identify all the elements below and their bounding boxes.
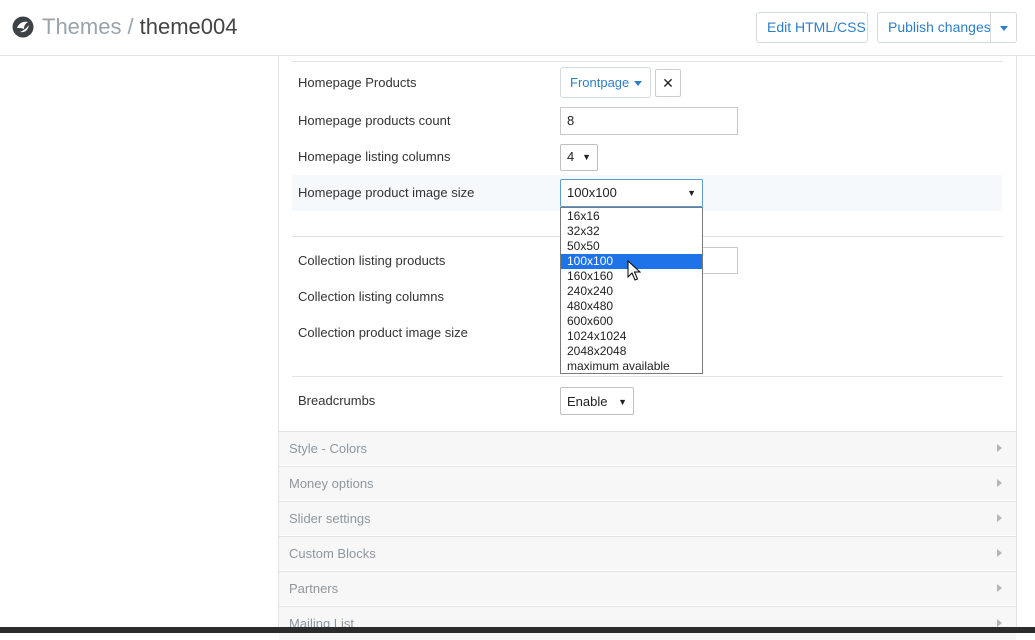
page-title: theme004 bbox=[139, 14, 238, 39]
chevron-down-icon bbox=[634, 81, 642, 86]
chevron-down-icon bbox=[1000, 26, 1008, 31]
breadcrumbs-select[interactable]: Enable ▼ bbox=[560, 387, 634, 415]
section-title: Style - Colors bbox=[289, 441, 368, 456]
collection-listing-products-label: Collection listing products bbox=[298, 253, 446, 268]
homepage-products-count-label: Homepage products count bbox=[298, 113, 451, 128]
publish-changes-button[interactable]: Publish changes bbox=[877, 12, 1017, 43]
chevron-right-icon bbox=[997, 549, 1002, 557]
breadcrumb-separator: / bbox=[127, 14, 134, 39]
chevron-right-icon bbox=[997, 479, 1002, 487]
chevron-right-icon bbox=[997, 584, 1002, 592]
dropdown-option[interactable]: 32x32 bbox=[561, 224, 702, 239]
select-value: 100x100 bbox=[567, 185, 617, 200]
mouse-cursor-icon bbox=[627, 260, 641, 281]
section-header[interactable]: Mailing List bbox=[279, 606, 1016, 640]
section-header[interactable]: Custom Blocks bbox=[279, 536, 1016, 570]
breadcrumbs-label: Breadcrumbs bbox=[298, 393, 376, 408]
homepage-products-collection-button[interactable]: Frontpage bbox=[560, 67, 651, 98]
divider bbox=[292, 376, 1003, 377]
section-header[interactable]: Money options bbox=[279, 466, 1016, 500]
divider bbox=[292, 61, 1003, 62]
section-title: Partners bbox=[289, 581, 339, 596]
dropdown-arrow-icon: ▼ bbox=[618, 397, 627, 407]
select-value: Enable bbox=[567, 394, 608, 409]
edit-html-css-button[interactable]: Edit HTML/CSS bbox=[756, 12, 868, 43]
chevron-right-icon bbox=[997, 619, 1002, 627]
dropdown-option[interactable]: 480x480 bbox=[561, 299, 702, 314]
dropdown-arrow-icon: ▼ bbox=[687, 188, 696, 198]
dropdown-option[interactable]: maximum available bbox=[561, 359, 702, 374]
dropdown-option[interactable]: 1024x1024 bbox=[561, 329, 702, 344]
remove-collection-button[interactable]: ✕ bbox=[655, 69, 681, 97]
collection-listing-columns-label: Collection listing columns bbox=[298, 289, 444, 304]
dropdown-option[interactable]: 50x50 bbox=[561, 239, 702, 254]
homepage-products-count-input[interactable]: 8 bbox=[560, 107, 738, 135]
publish-options-toggle[interactable] bbox=[990, 13, 1018, 42]
collection-product-image-size-label: Collection product image size bbox=[298, 325, 468, 340]
theme-logo-icon[interactable] bbox=[12, 16, 34, 38]
homepage-product-image-size-select[interactable]: 100x100 ▼ bbox=[560, 179, 703, 207]
homepage-products-value: Frontpage bbox=[570, 75, 630, 90]
section-title: Mailing List bbox=[289, 616, 355, 631]
dropdown-option[interactable]: 2048x2048 bbox=[561, 344, 702, 359]
select-value: 4 bbox=[567, 149, 575, 164]
top-bar: Themes / theme004 Edit HTML/CSS Publish ch… bbox=[0, 0, 1035, 56]
section-title: Custom Blocks bbox=[289, 546, 376, 561]
homepage-listing-columns-select[interactable]: 4 ▼ bbox=[560, 144, 598, 171]
bottom-bar bbox=[0, 627, 1035, 633]
section-title: Slider settings bbox=[289, 511, 371, 526]
breadcrumb-themes-link[interactable]: Themes bbox=[42, 14, 121, 39]
homepage-product-image-size-label: Homepage product image size bbox=[298, 185, 475, 200]
dropdown-option[interactable]: 240x240 bbox=[561, 284, 702, 299]
dropdown-option[interactable]: 16x16 bbox=[561, 209, 702, 224]
homepage-products-label: Homepage Products bbox=[298, 75, 417, 90]
section-header[interactable]: Slider settings bbox=[279, 501, 1016, 535]
publish-changes-label: Publish changes bbox=[888, 19, 991, 35]
image-size-dropdown-list: 16x16 32x32 50x50 100x100 160x160 240x240 480x… bbox=[560, 207, 703, 374]
section-header[interactable]: Style - Colors bbox=[279, 431, 1016, 465]
homepage-listing-columns-label: Homepage listing columns bbox=[298, 149, 451, 164]
breadcrumb: Themes / theme004 bbox=[42, 13, 237, 41]
chevron-right-icon bbox=[997, 514, 1002, 522]
chevron-right-icon bbox=[997, 444, 1002, 452]
dropdown-option[interactable]: 600x600 bbox=[561, 314, 702, 329]
dropdown-arrow-icon: ▼ bbox=[582, 152, 591, 162]
section-title: Money options bbox=[289, 476, 374, 491]
section-header[interactable]: Partners bbox=[279, 571, 1016, 605]
